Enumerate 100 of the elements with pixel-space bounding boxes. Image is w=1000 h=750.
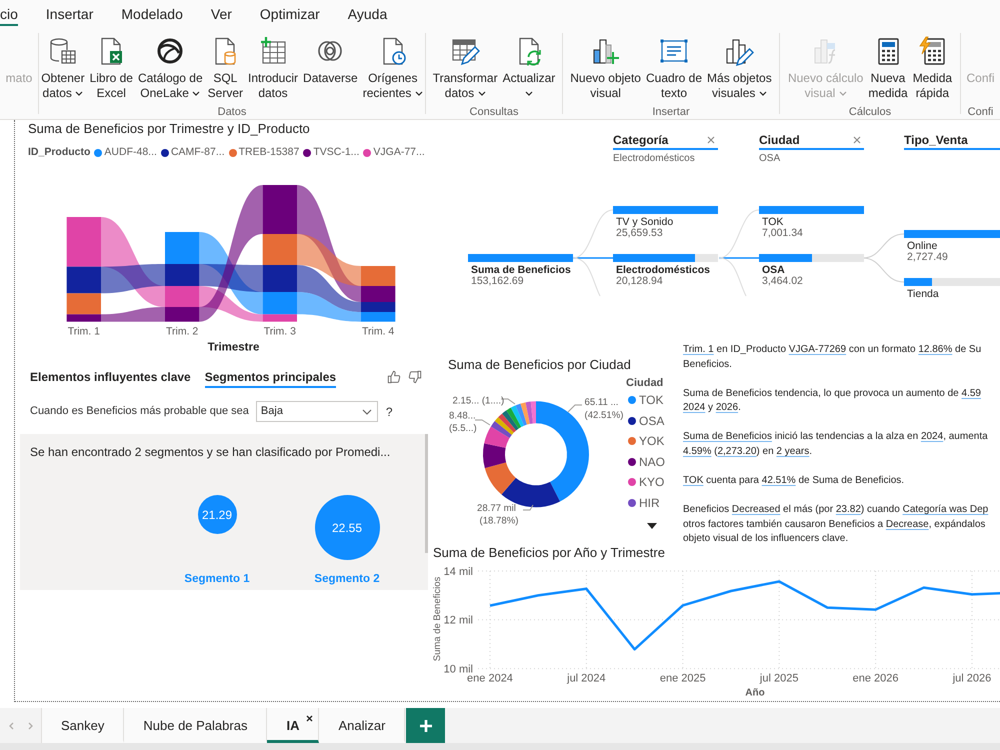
x-tick-label: ene 2025 xyxy=(660,672,706,684)
legend-label: TVSC-1... xyxy=(313,145,360,160)
legend-label: HIR xyxy=(639,496,660,510)
plus-icon xyxy=(420,720,432,732)
question-label: Cuando es Beneficios más probable que sea xyxy=(30,404,249,420)
page-tab[interactable]: Nube de Palabras xyxy=(124,708,268,743)
chart-title: Suma de Beneficios por Año y Trimestre xyxy=(433,546,665,560)
axis-title: Suma de Beneficios xyxy=(432,576,443,662)
ribbon-button[interactable]: Actualizar xyxy=(502,36,556,102)
legend-label: KYO xyxy=(639,475,664,490)
group-label: Cálculos xyxy=(848,105,892,119)
calculator-lightning-icon xyxy=(917,36,948,66)
axis-label: Trim. 2 xyxy=(166,325,198,338)
ribbon-button[interactable]: Orígenes recientes xyxy=(362,36,424,102)
narrative-paragraph: Suma de Beneficios inició las tendencias a la alza en 2024, aumenta 4.59% (2,273.20) en 2 years. xyxy=(683,430,988,459)
node-label: TOK xyxy=(762,217,784,228)
node-value: 153,162.69 xyxy=(471,276,524,287)
legend-label: OSA xyxy=(639,414,664,428)
thumbs-up-icon[interactable] xyxy=(387,370,401,384)
column-header: Ciudad xyxy=(759,132,800,148)
bar-track[interactable] xyxy=(904,278,1000,286)
x-tick-label: jul 2026 xyxy=(952,672,992,684)
x-tick-label: ene 2026 xyxy=(852,672,899,684)
leader-line xyxy=(522,504,534,510)
legend-label: AUDF-48... xyxy=(104,145,157,160)
summary-text: Se han encontrado 2 segmentos y se han clasificado por Promedi... xyxy=(30,444,390,461)
ribbon-button[interactable]: Cuadro de texto xyxy=(644,36,704,102)
ribbon-tab[interactable]: Ver xyxy=(210,0,232,26)
page-tab[interactable]: Analizar xyxy=(319,708,406,743)
ribbon-button[interactable]: Más objetos visuales xyxy=(706,36,773,102)
bar-track[interactable] xyxy=(613,254,718,262)
ribbon-tab[interactable]: Modelado xyxy=(121,0,183,26)
group-label: Consultas xyxy=(470,105,518,119)
chevron-left-icon[interactable] xyxy=(8,722,14,730)
x-tick-label: jul 2025 xyxy=(760,672,798,684)
chart-title: Suma de Beneficios por Trimestre y ID_Producto xyxy=(28,120,310,138)
ribbon-tab[interactable]: Optimizar xyxy=(260,0,320,26)
x-tick-label: jul 2024 xyxy=(567,672,606,684)
tab[interactable]: Segmentos principales xyxy=(204,366,336,388)
help-mark[interactable]: ? xyxy=(386,402,393,420)
narrative-paragraph: TOK cuenta para 42.51% de Suma de Beneficios. xyxy=(683,474,904,488)
chart-title: Suma de Beneficios por Ciudad xyxy=(448,356,631,374)
dropdown[interactable]: Baja xyxy=(256,401,378,422)
node-value: 20,128.94 xyxy=(616,276,663,287)
x-tick-label: ene 2024 xyxy=(467,672,513,684)
filter-value: Electrodomésticos xyxy=(613,152,695,165)
ribbon-tab[interactable]: Insertar xyxy=(46,0,94,26)
axis-label: Trim. 3 xyxy=(264,325,296,338)
node-label: Online xyxy=(907,241,938,252)
ribbon-button[interactable]: Introducir datos xyxy=(247,36,300,102)
ribbon-button[interactable]: Catálogo de OneLake xyxy=(136,36,204,102)
ribbon-button[interactable]: Nuevo objeto visual xyxy=(569,36,642,102)
ribbon-button[interactable]: Transformar datos xyxy=(432,36,499,102)
legend-label: YOK xyxy=(639,434,664,448)
chevron-down-icon xyxy=(362,408,372,414)
group-label: Confi xyxy=(968,105,994,119)
data-label: 2.15... (1....) xyxy=(452,395,504,406)
sankey-node xyxy=(165,286,200,307)
chevron-right-icon[interactable] xyxy=(28,722,32,730)
y-tick-label: 14 mil xyxy=(444,566,473,578)
legend-label: VJGA-77... xyxy=(373,145,425,160)
column-header: Tipo_Venta xyxy=(904,132,968,148)
legend-label: NAO xyxy=(639,454,666,469)
tab[interactable]: Elementos influyentes clave xyxy=(30,366,191,388)
axis-label: Trim. 1 xyxy=(68,325,100,338)
legend-label: TOK xyxy=(639,393,664,408)
scrollbar-thumb[interactable] xyxy=(425,434,428,553)
add-page-button[interactable] xyxy=(406,708,446,743)
node-value: 7,001.34 xyxy=(762,228,803,239)
narrative-paragraph: Trim. 1 en ID_Producto VJGA-77269 con un formato 12.86% de Su Beneficios. xyxy=(683,343,982,372)
ribbon-button[interactable]: Obtener datos xyxy=(40,36,86,102)
node-value: 3,464.02 xyxy=(762,276,803,287)
ribbon-button[interactable]: Nueva medida xyxy=(867,36,909,102)
triangle-down-icon[interactable] xyxy=(647,523,657,529)
group-label: Datos xyxy=(218,105,246,119)
legend-title: ID_Producto xyxy=(28,145,90,160)
sankey-node xyxy=(361,266,396,286)
axis-title: Año xyxy=(745,688,765,698)
connector-line xyxy=(862,258,904,282)
table-plus-icon xyxy=(258,36,288,66)
thumbs-down-icon[interactable] xyxy=(408,370,422,384)
ribbon-tab[interactable]: Ayuda xyxy=(348,0,388,26)
column-header: Categoría xyxy=(613,132,668,148)
page-tab[interactable]: IA xyxy=(267,708,320,743)
ribbon-button[interactable]: Dataverse xyxy=(302,36,359,86)
close-icon[interactable] xyxy=(306,715,314,722)
axis-title: Trimestre xyxy=(208,341,260,354)
donut-slice xyxy=(494,417,514,435)
ribbon-tab[interactable]: cio xyxy=(0,0,18,26)
ribbon-button[interactable]: SQL Server xyxy=(206,36,244,102)
page-tab[interactable]: Sankey xyxy=(42,708,124,743)
y-tick-label: 12 mil xyxy=(444,614,473,627)
ribbon-button[interactable]: Medida rápida xyxy=(912,36,954,102)
legend-label: TREB-15387 xyxy=(238,145,300,160)
node-label: TV y Sonido xyxy=(616,217,674,228)
bar-track[interactable] xyxy=(759,254,864,262)
node-label: OSA xyxy=(762,265,785,276)
sankey-node xyxy=(165,307,200,322)
ribbon-button[interactable]: Libro de Excel xyxy=(88,36,134,102)
axis-label: Trim. 4 xyxy=(362,325,394,338)
